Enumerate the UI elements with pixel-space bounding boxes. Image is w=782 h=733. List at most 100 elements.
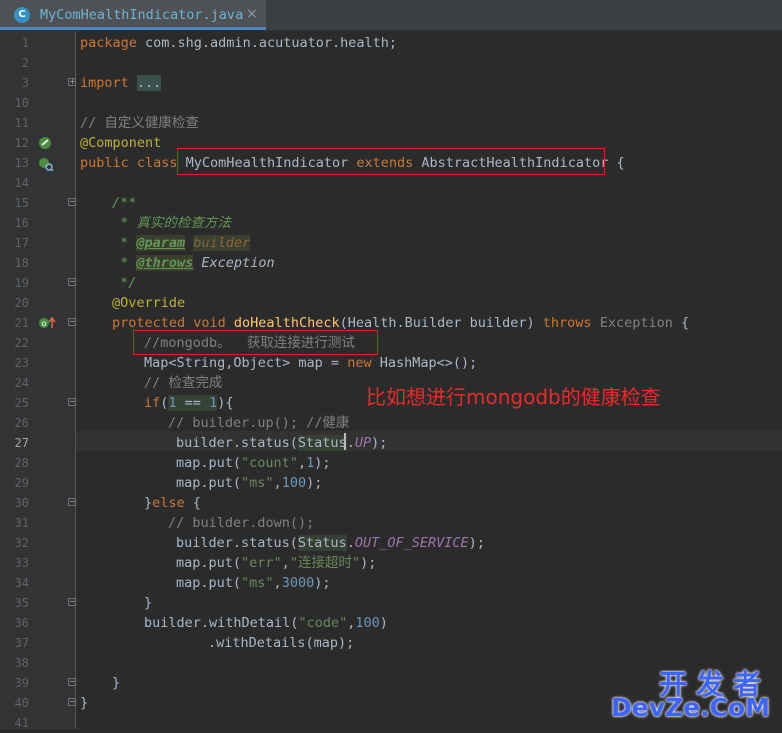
line-number: 36 [0, 613, 29, 633]
code-text: * @param builder [112, 233, 250, 253]
code-text: builder.status( [176, 535, 298, 551]
code-text: import ... [80, 73, 161, 93]
code-line: 12@Component [0, 133, 782, 153]
code-text: "count" [241, 455, 298, 471]
code-text: @throws [136, 255, 193, 271]
code-text: Exception [193, 255, 274, 271]
code-text: , [298, 455, 306, 471]
watermark-bottom-text: DevZe.CoM [611, 693, 770, 722]
line-number: 22 [0, 333, 29, 353]
line-number: 25 [0, 393, 29, 413]
code-line: 35−} [0, 593, 782, 613]
code-text: 100 [355, 615, 379, 631]
line-number: 29 [0, 473, 29, 493]
code-text: protected void doHealthCheck(Health.Buil… [112, 313, 689, 333]
line-number: 21 [0, 313, 29, 333]
editor-tab[interactable]: C MyComHealthIndicator.java × [0, 0, 266, 30]
code-text: "ms" [241, 475, 274, 491]
fold-collapse-icon[interactable]: − [68, 698, 76, 706]
code-line: 37.withDetails(map); [0, 633, 782, 653]
code-line: 36builder.withDetail("code",100) [0, 613, 782, 633]
code-text: if [144, 395, 160, 411]
code-text: * 真实的检查方法 [112, 213, 231, 233]
line-number: 27 [0, 433, 29, 453]
code-text: "code" [298, 615, 347, 631]
code-text: 1 [209, 395, 217, 411]
code-text: , [274, 475, 282, 491]
fold-collapse-icon[interactable]: − [68, 498, 76, 506]
code-comment: // 检查完成 [144, 373, 222, 393]
fold-collapse-icon[interactable]: − [68, 398, 76, 406]
code-text: builder.status(Status.UP); [176, 433, 387, 453]
line-number: 37 [0, 633, 29, 653]
code-text: builder.status(Status.OUT_OF_SERVICE); [176, 533, 485, 553]
code-text: */ [112, 273, 136, 293]
code-text: builder [193, 235, 250, 251]
code-text: Map<String,Object> map = [144, 355, 347, 371]
text-caret [344, 433, 346, 450]
code-text: 100 [282, 475, 306, 491]
code-line-current: 27 builder.status(Status.UP); [0, 433, 782, 453]
code-line: 2 [0, 53, 782, 73]
line-number: 20 [0, 293, 29, 313]
code-text: extends [356, 155, 421, 171]
fold-collapse-icon[interactable]: − [68, 198, 76, 206]
line-number: 16 [0, 213, 29, 233]
code-text: ) [380, 615, 388, 631]
code-text: ){ [217, 395, 233, 411]
line-number: 28 [0, 453, 29, 473]
line-number: 11 [0, 113, 29, 133]
fold-collapse-icon[interactable]: − [68, 678, 76, 686]
line-number: 23 [0, 353, 29, 373]
code-text: ); [306, 475, 322, 491]
code-line: 29 map.put("ms",100); [0, 473, 782, 493]
fold-collapse-icon[interactable]: − [68, 598, 76, 606]
code-text: ); [314, 455, 330, 471]
code-line: 15−/** [0, 193, 782, 213]
line-number: 30 [0, 493, 29, 513]
code-text: @Component [80, 133, 161, 153]
code-text: com.shg.admin.acutuator.health; [145, 35, 397, 51]
annotation-text: 比如想进行mongodb的健康检查 [366, 381, 661, 410]
close-tab-icon[interactable]: × [246, 6, 258, 22]
code-text: else [152, 495, 185, 511]
line-number: 40 [0, 693, 29, 713]
folded-imports[interactable]: ... [137, 75, 161, 91]
code-text: 3000 [282, 575, 315, 591]
code-line: 30−}else { [0, 493, 782, 513]
code-line: 1package com.shg.admin.acutuator.health; [0, 33, 782, 53]
code-text: import [80, 75, 137, 91]
code-line: 28map.put("count",1); [0, 453, 782, 473]
tab-title: MyComHealthIndicator.java [40, 7, 243, 23]
fold-collapse-icon[interactable]: − [68, 278, 76, 286]
code-text: (Health.Builder builder) [340, 315, 543, 331]
code-line: 19 − */ [0, 273, 782, 293]
line-number: 2 [0, 53, 29, 73]
code-text: "连接超时" [290, 555, 360, 571]
code-text: map.put("err","连接超时"); [176, 553, 376, 573]
fold-collapse-icon[interactable]: − [68, 318, 76, 326]
svg-text:o: o [42, 319, 47, 328]
code-line: 10 [0, 93, 782, 113]
line-number: 1 [0, 33, 29, 53]
line-number: 13 [0, 153, 29, 173]
code-text: "ms" [241, 575, 274, 591]
line-number: 3 [0, 73, 29, 93]
code-line: 13public class MyComHealthIndicator exte… [0, 153, 782, 173]
line-number: 41 [0, 713, 29, 733]
code-text: "err" [241, 555, 282, 571]
code-text: 1 [168, 395, 176, 411]
code-text: UP [355, 435, 371, 451]
code-line: 23Map<String,Object> map = new HashMap<>… [0, 353, 782, 373]
code-line: 22//mongodb。 获取连接进行测试 [0, 333, 782, 353]
fold-expand-icon[interactable]: + [68, 78, 76, 86]
code-text: map.put("ms",100); [176, 473, 322, 493]
line-number: 19 [0, 273, 29, 293]
code-text: ); [360, 555, 376, 571]
line-number: 35 [0, 593, 29, 613]
code-text: { [608, 155, 624, 171]
code-text: } [144, 495, 152, 511]
code-comment: // builder.down(); [168, 513, 314, 533]
code-text: protected void [112, 315, 234, 331]
code-text: AbstractHealthIndicator [421, 155, 608, 171]
